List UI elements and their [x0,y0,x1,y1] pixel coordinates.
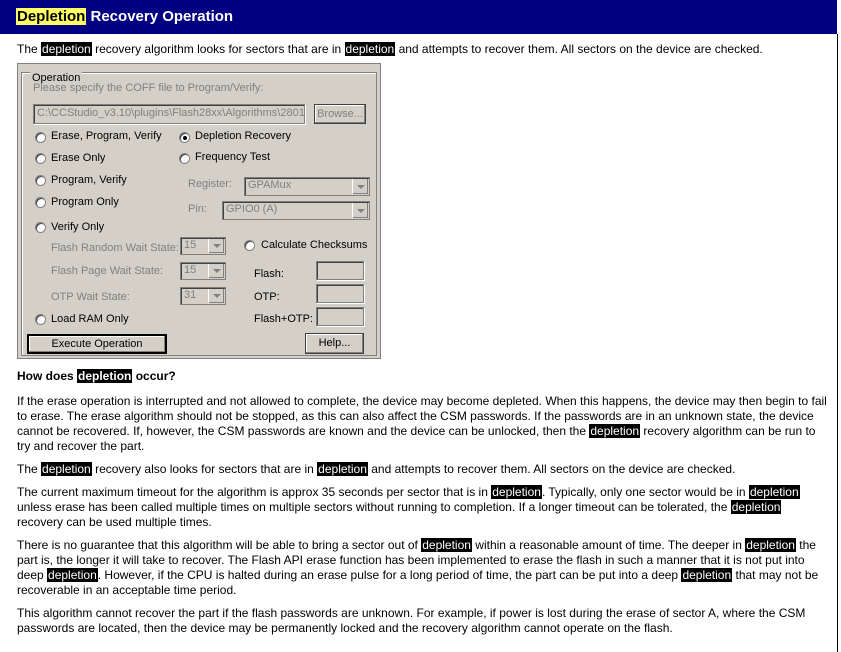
otp-wait-select[interactable]: 31 [180,287,226,305]
title-highlight: Depletion [16,8,87,25]
section-heading: How does depletion occur? [17,369,176,383]
paragraph-text: . However, if the CPU is halted during a… [97,568,682,582]
paragraph-5: This algorithm cannot recover the part i… [17,606,827,636]
paragraph-text: unless erase has been called multiple ti… [17,500,731,514]
flash-page-value: 15 [184,264,197,276]
paragraph-1: If the erase operation is interrupted an… [17,394,827,454]
otp-wait-label: OTP Wait State: [51,291,130,303]
label-depletion-recovery: Depletion Recovery [195,130,291,142]
chevron-down-icon [208,239,224,253]
paragraph-text: . Typically, only one sector would be in [541,485,749,499]
radio-program-only[interactable] [35,197,46,208]
search-highlight: depletion [317,462,368,476]
flash-random-value: 15 [184,239,197,251]
title-bar: Depletion Recovery Operation [0,0,841,34]
pin-value: GPIO0 (A) [226,203,278,215]
paragraph-text: This algorithm cannot recover the part i… [17,606,806,635]
search-highlight: depletion [344,42,396,56]
search-highlight: depletion [589,424,641,438]
help-button[interactable]: Help... [305,333,364,354]
flash-checksum-field[interactable] [316,261,364,280]
label-erase-only: Erase Only [51,152,106,164]
search-highlight: depletion [681,568,733,582]
coff-path-field[interactable]: C:\CCStudio_v3.10\plugins\Flash28xx\Algo… [33,104,305,124]
paragraph-2: The depletion recovery also looks for se… [17,462,827,477]
paragraph-4: There is no guarantee that this algorith… [17,538,827,598]
otp-wait-value: 31 [184,289,197,301]
browse-button[interactable]: Browse... [314,104,366,124]
search-highlight: depletion [745,538,796,552]
flash-random-label: Flash Random Wait State: [51,242,179,254]
search-highlight: depletion [491,485,542,499]
radio-load-ram-only[interactable] [35,314,46,325]
register-value: GPAMux [248,179,292,191]
chevron-down-icon [208,289,224,303]
operation-dialog-screenshot: Operation Please specify the COFF file t… [17,63,381,359]
intro-text: The [17,42,42,56]
radio-frequency-test[interactable] [179,153,190,164]
intro-paragraph: The depletion recovery algorithm looks f… [17,42,827,57]
label-verify-only: Verify Only [51,221,105,233]
flash-checksum-label: Flash: [254,268,284,280]
chevron-down-icon [352,179,368,194]
radio-erase-program-verify[interactable] [35,132,46,143]
flash-otp-checksum-field[interactable] [316,307,364,326]
label-program-verify: Program, Verify [51,174,127,186]
label-load-ram-only: Load RAM Only [51,313,129,325]
paragraph-text: The current maximum timeout for the algo… [17,485,492,499]
page-title: Depletion Recovery Operation [16,8,233,25]
radio-calculate-checksums[interactable] [244,240,255,251]
radio-program-verify[interactable] [35,175,46,186]
intro-text: and attempts to recover them. All sector… [395,42,763,56]
radio-erase-only[interactable] [35,153,46,164]
otp-checksum-label: OTP: [254,291,280,303]
search-highlight: depletion [748,485,800,499]
pin-label: Pin: [188,203,207,215]
paragraph-text: The [17,462,42,476]
search-highlight: depletion [77,369,133,383]
paragraph-text: There is no guarantee that this algorith… [17,538,422,552]
register-label: Register: [188,178,233,190]
heading-text: How does [17,369,78,383]
radio-depletion-recovery[interactable] [179,132,190,143]
search-highlight: depletion [41,462,92,476]
label-calculate-checksums: Calculate Checksums [261,239,368,251]
pin-select[interactable]: GPIO0 (A) [222,201,370,220]
register-select[interactable]: GPAMux [244,177,370,196]
execute-operation-button[interactable]: Execute Operation [27,334,167,354]
paragraph-text: within a reasonable amount of time. The … [471,538,746,552]
coff-label: Please specify the COFF file to Program/… [33,82,264,94]
flash-page-label: Flash Page Wait State: [51,265,164,277]
paragraph-text: recovery can be used multiple times. [17,515,212,529]
search-highlight: depletion [421,538,472,552]
label-frequency-test: Frequency Test [195,151,271,163]
paragraph-text: recovery also looks for sectors that are… [91,462,318,476]
title-rest: Recovery Operation [86,8,234,25]
radio-verify-only[interactable] [35,222,46,233]
paragraph-text: and attempts to recover them. All sector… [367,462,736,476]
label-program-only: Program Only [51,196,119,208]
search-highlight: depletion [730,500,782,514]
right-border [837,34,838,652]
search-highlight: depletion [47,568,98,582]
otp-checksum-field[interactable] [316,284,364,303]
heading-text: occur? [132,369,176,383]
paragraph-3: The current maximum timeout for the algo… [17,485,827,530]
flash-random-select[interactable]: 15 [180,237,226,255]
flash-page-select[interactable]: 15 [180,262,226,280]
label-erase-program-verify: Erase, Program, Verify [51,130,162,142]
flash-otp-checksum-label: Flash+OTP: [254,313,313,325]
intro-text: recovery algorithm looks for sectors tha… [91,42,345,56]
chevron-down-icon [208,264,224,278]
chevron-down-icon [352,203,368,218]
search-highlight: depletion [41,42,92,56]
